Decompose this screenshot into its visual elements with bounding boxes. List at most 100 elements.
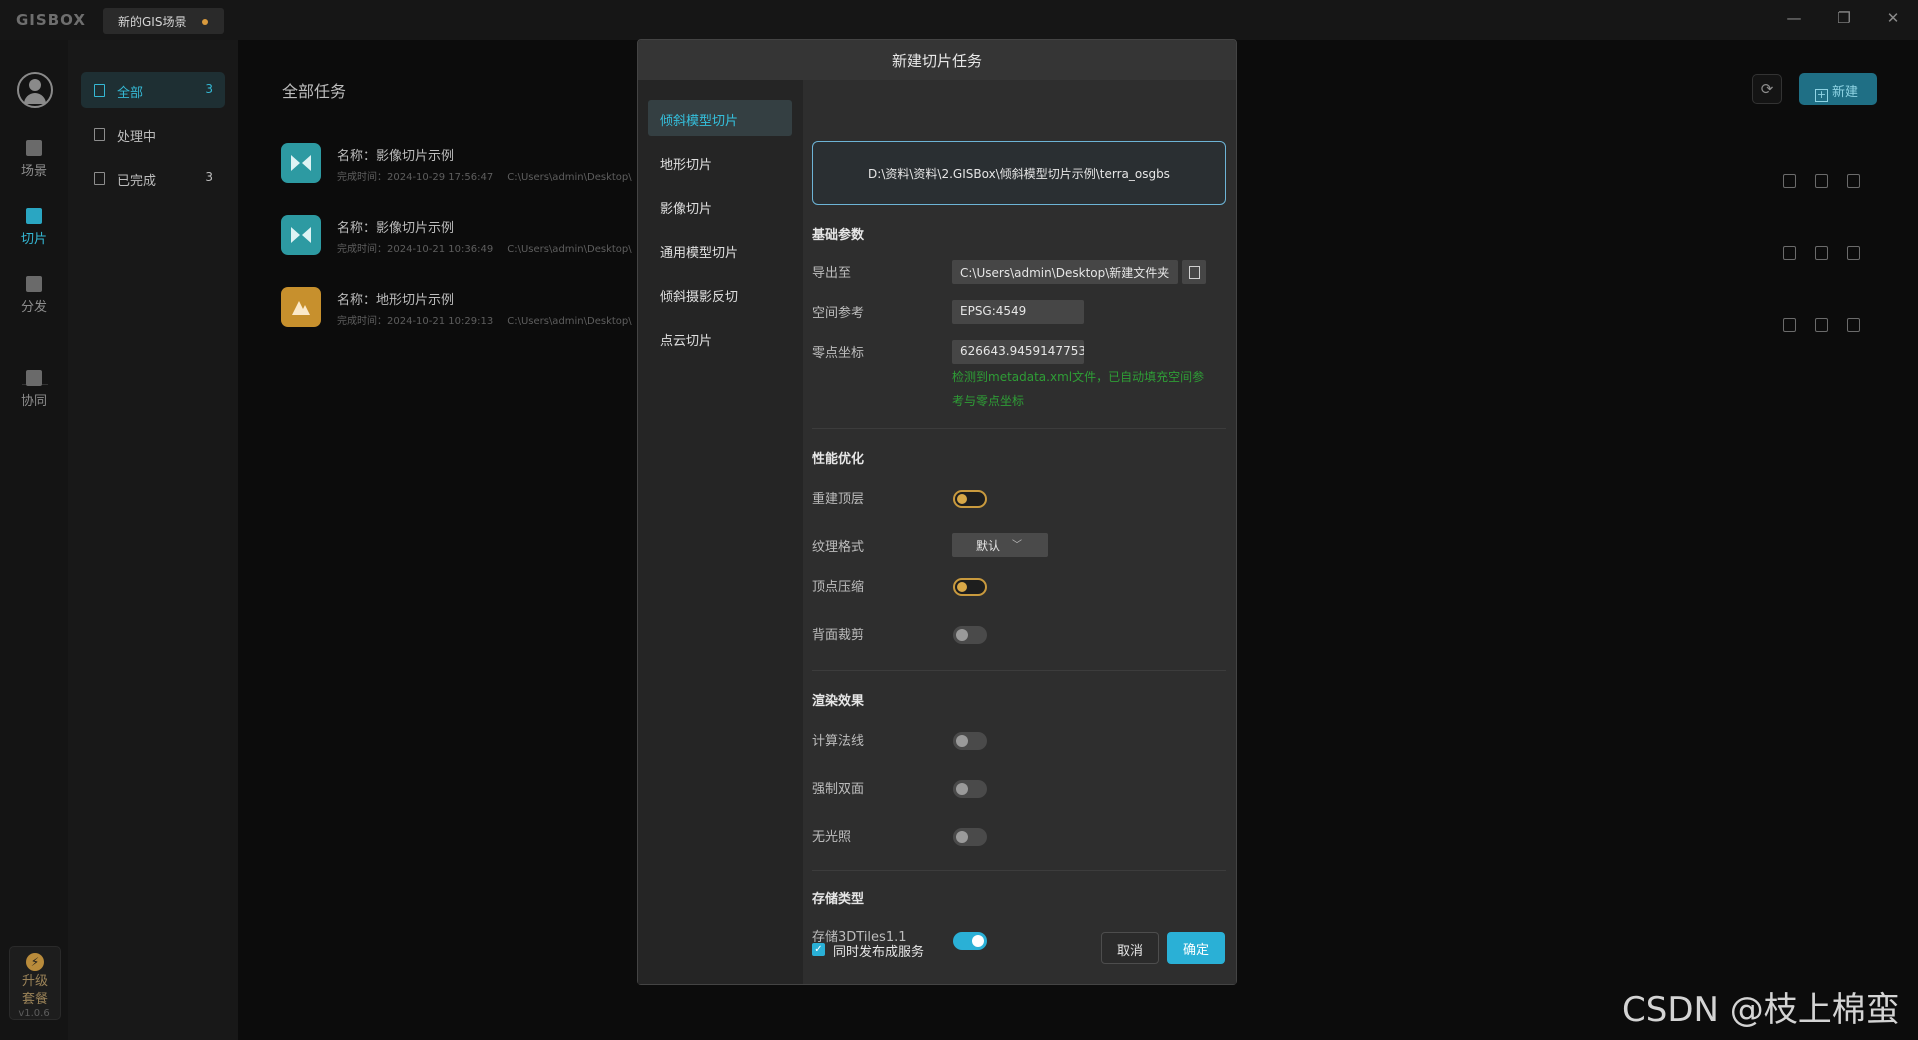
srs-label: 空间参考 — [812, 306, 865, 321]
publish-service-checkbox[interactable]: ✓ — [812, 943, 825, 956]
backface-cull-toggle[interactable] — [953, 626, 987, 644]
confirm-button[interactable]: 确定 — [1167, 932, 1225, 964]
srs-field[interactable]: EPSG:4549 — [952, 300, 1084, 324]
toggle-knob — [956, 831, 968, 843]
rebuild-top-toggle[interactable] — [953, 490, 987, 508]
new-task-button[interactable]: + 新建 — [1799, 73, 1877, 105]
task-path: C:\Users\admin\Desktop\ — [507, 172, 632, 183]
avatar[interactable] — [17, 72, 53, 108]
nav-point-cloud[interactable]: 点云切片 — [648, 320, 792, 356]
rail-item-label: 分发 — [20, 300, 47, 315]
folder-icon[interactable] — [1815, 174, 1828, 188]
tiles11-toggle[interactable] — [953, 932, 987, 950]
task-actions — [1783, 317, 1879, 336]
vertex-compress-label: 顶点压缩 — [812, 580, 865, 595]
toggle-knob — [972, 935, 984, 947]
preview-icon[interactable] — [1783, 174, 1796, 188]
nav-oblique-model[interactable]: 倾斜模型切片 — [648, 100, 792, 136]
toggle-knob — [956, 735, 968, 747]
unsaved-dot-icon — [202, 19, 208, 25]
rail-item-slice[interactable]: 切片 — [0, 208, 68, 247]
toggle-knob — [956, 783, 968, 795]
check-doc-icon — [94, 172, 105, 185]
slice-type-nav: 倾斜模型切片 地形切片 影像切片 通用模型切片 倾斜摄影反切 点云切片 — [638, 80, 803, 984]
minimize-icon[interactable]: — — [1784, 9, 1804, 29]
texture-format-label: 纹理格式 — [812, 540, 865, 555]
distribute-icon — [26, 276, 42, 292]
left-rail: 场景 切片 分发 协同 ⚡ 升级 套餐 v1.0.6 — [0, 40, 68, 1040]
filter-label: 已完成 — [117, 174, 157, 189]
upgrade-line1: 升级 — [21, 974, 48, 989]
new-slice-task-dialog: 新建切片任务 倾斜模型切片 地形切片 影像切片 通用模型切片 倾斜摄影反切 点云… — [637, 39, 1237, 985]
filter-count: 3 — [205, 82, 213, 96]
section-storage-title: 存储类型 — [812, 892, 865, 907]
upload-doc-icon — [94, 128, 105, 141]
export-path-field[interactable]: C:\Users\admin\Desktop\新建文件夹 — [952, 260, 1178, 284]
double-side-toggle[interactable] — [953, 780, 987, 798]
nav-oblique-reverse[interactable]: 倾斜摄影反切 — [648, 276, 792, 312]
section-basic-title: 基础参数 — [812, 228, 865, 243]
source-path-dropzone[interactable]: D:\资料\资料\2.GISBox\倾斜模型切片示例\terra_osgbs — [812, 141, 1226, 205]
dialog-form: D:\资料\资料\2.GISBox\倾斜模型切片示例\terra_osgbs 基… — [803, 80, 1236, 984]
export-label: 导出至 — [812, 266, 852, 281]
texture-format-select[interactable]: 默认 ﹀ — [952, 533, 1048, 557]
rail-item-scene[interactable]: 场景 — [0, 140, 68, 179]
version-label: v1.0.6 — [18, 1008, 50, 1019]
vertex-compress-toggle[interactable] — [953, 578, 987, 596]
origin-label: 零点坐标 — [812, 346, 865, 361]
task-meta: 完成时间：2024-10-21 10:36:49 C:\Users\admin\D… — [337, 240, 646, 255]
nav-terrain[interactable]: 地形切片 — [648, 144, 792, 180]
refresh-button[interactable]: ⟳ — [1752, 74, 1782, 104]
task-path: C:\Users\admin\Desktop\ — [507, 316, 632, 327]
section-perf-title: 性能优化 — [812, 452, 865, 467]
app-window: GISBOX 新的GIS场景 — ❐ ✕ 场景 切片 分发 协同 ⚡ 升级 套餐… — [0, 0, 1918, 1040]
terrain-task-icon — [281, 287, 321, 327]
nav-imagery[interactable]: 影像切片 — [648, 188, 792, 224]
task-name: 名称：影像切片示例 — [337, 149, 455, 164]
task-time: 完成时间：2024-10-21 10:29:13 — [337, 316, 494, 327]
task-name: 名称：地形切片示例 — [337, 293, 455, 308]
folder-icon[interactable] — [1815, 318, 1828, 332]
app-logo: GISBOX — [16, 11, 86, 29]
scene-tab[interactable]: 新的GIS场景 — [103, 8, 224, 34]
scene-tab-label: 新的GIS场景 — [118, 15, 187, 29]
filter-done[interactable]: 已完成 3 — [81, 160, 225, 196]
preview-icon[interactable] — [1783, 246, 1796, 260]
folder-icon[interactable] — [1815, 246, 1828, 260]
upgrade-line2: 套餐 — [21, 992, 48, 1007]
trash-icon[interactable] — [1847, 318, 1860, 332]
trash-icon[interactable] — [1847, 174, 1860, 188]
trash-icon[interactable] — [1847, 246, 1860, 260]
origin-field[interactable]: 626643.94591477537,3 — [952, 340, 1084, 364]
title-bar: GISBOX 新的GIS场景 — ❐ ✕ — [0, 0, 1918, 40]
no-light-toggle[interactable] — [953, 828, 987, 846]
task-name: 名称：影像切片示例 — [337, 221, 455, 236]
nav-generic-model[interactable]: 通用模型切片 — [648, 232, 792, 268]
browse-folder-icon[interactable] — [1182, 260, 1206, 284]
no-light-label: 无光照 — [812, 830, 852, 845]
divider — [812, 428, 1226, 429]
metadata-hint: 检测到metadata.xml文件，已自动填充空间参考与零点坐标 — [952, 370, 1205, 408]
rail-item-distribute[interactable]: 分发 — [0, 276, 68, 315]
rail-item-label: 场景 — [20, 164, 47, 179]
restore-icon[interactable]: ❐ — [1834, 9, 1854, 29]
rail-item-label: 切片 — [20, 232, 47, 247]
task-meta: 完成时间：2024-10-21 10:29:13 C:\Users\admin\D… — [337, 312, 646, 327]
task-time: 完成时间：2024-10-29 17:56:47 — [337, 172, 494, 183]
normals-label: 计算法线 — [812, 734, 865, 749]
preview-icon[interactable] — [1783, 318, 1796, 332]
task-actions — [1783, 245, 1879, 264]
normals-toggle[interactable] — [953, 732, 987, 750]
texture-format-value: 默认 — [976, 539, 1001, 553]
filter-all[interactable]: 全部 3 — [81, 72, 225, 108]
tiles11-label: 存储3DTiles1.1 — [812, 930, 907, 945]
rail-item-collab[interactable]: 协同 — [0, 370, 68, 409]
cancel-button[interactable]: 取消 — [1101, 932, 1159, 964]
task-actions — [1783, 173, 1879, 192]
dialog-title: 新建切片任务 — [638, 40, 1236, 80]
filter-processing[interactable]: 处理中 — [81, 116, 225, 152]
backface-cull-label: 背面裁剪 — [812, 628, 865, 643]
filter-label: 全部 — [117, 86, 144, 101]
filter-label: 处理中 — [117, 130, 157, 145]
close-icon[interactable]: ✕ — [1883, 9, 1903, 29]
